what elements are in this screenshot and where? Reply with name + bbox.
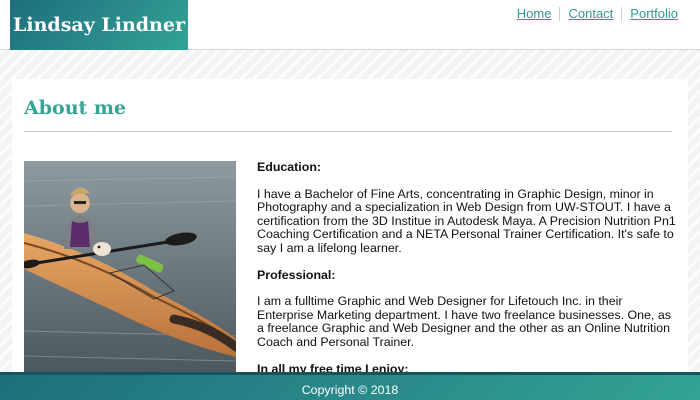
about-card: About me Education: I have a Bachelor of…: [12, 79, 688, 379]
copyright-text: Copyright © 2018: [301, 382, 399, 397]
main-nav: Home Contact Portfolio: [509, 6, 686, 21]
nav-link-home[interactable]: Home: [509, 6, 560, 21]
section-heading: Education:: [257, 160, 322, 174]
profile-photo: [24, 161, 236, 379]
nav-link-contact[interactable]: Contact: [560, 6, 621, 21]
site-footer: Copyright © 2018: [0, 372, 700, 400]
nav-link-portfolio[interactable]: Portfolio: [622, 6, 686, 21]
logo[interactable]: Lindsay Lindner: [10, 0, 188, 50]
logo-text: Lindsay Lindner: [13, 14, 185, 36]
page-title: About me: [24, 97, 127, 119]
section-body: I am a fulltime Graphic and Web Designer…: [257, 294, 671, 349]
section-body: I have a Bachelor of Fine Arts, concentr…: [257, 186, 676, 255]
section-heading: Professional:: [257, 267, 336, 282]
title-divider: [24, 131, 672, 132]
about-text: Education: I have a Bachelor of Fine Art…: [257, 160, 677, 389]
site-header: Lindsay Lindner Home Contact Portfolio: [0, 0, 700, 50]
